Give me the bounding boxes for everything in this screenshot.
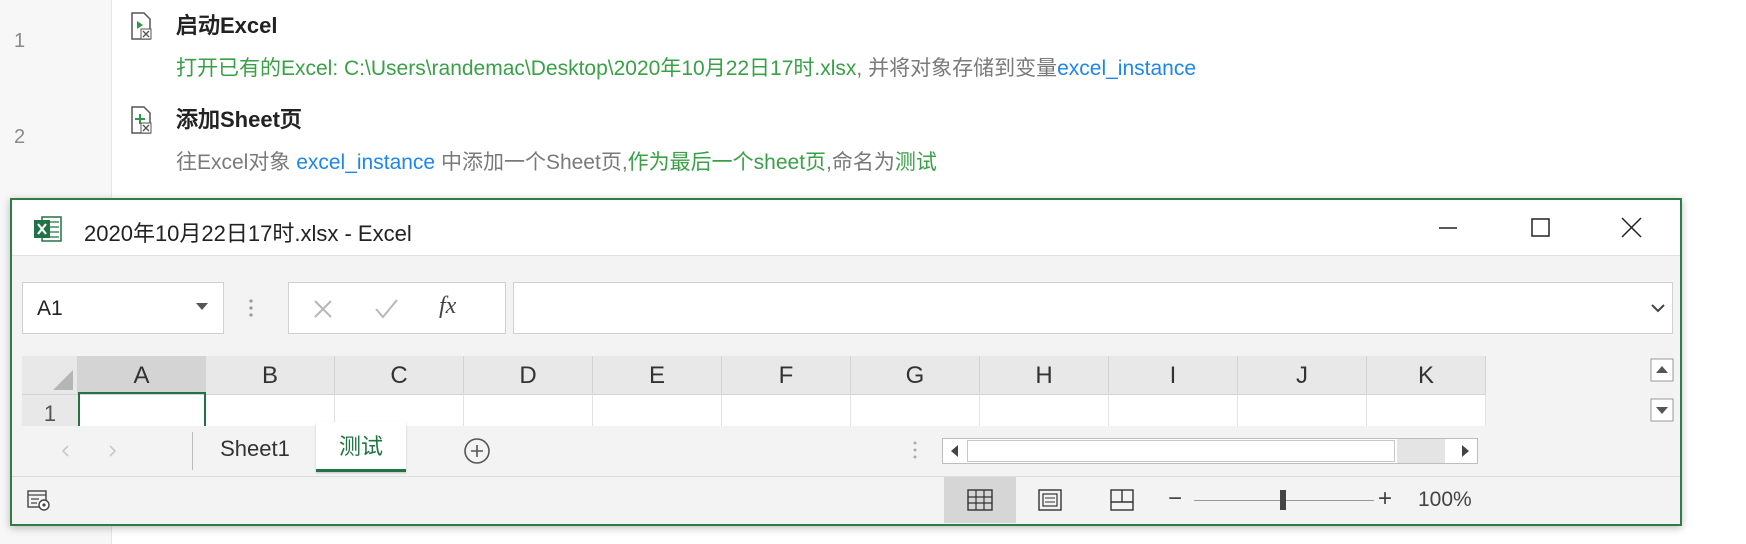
column-header-f[interactable]: F [722,356,851,394]
step-1-description: 打开已有的Excel: C:\Users\randemac\Desktop\20… [176,52,1196,82]
cancel-icon[interactable] [311,297,335,321]
worksheet-grid: ABCDEFGHIJK 1 [22,356,1652,428]
formula-controls: fx [288,282,506,334]
next-sheet-icon[interactable] [108,444,118,458]
scroll-down-button[interactable] [1650,398,1674,422]
step-2-desc-segment: 作为最后一个sheet页 [627,151,827,174]
excel-logo-icon [34,216,62,242]
zoom-in-button[interactable]: + [1378,485,1392,513]
step-2-title: 添加Sheet页 [176,107,302,132]
page-layout-view-button[interactable] [1036,488,1064,512]
step-2-desc-segment: 中添加一个Sheet页, [435,151,628,174]
minimize-button[interactable] [1426,208,1470,248]
line-number-2: 2 [14,126,26,148]
step-2-desc-segment: 往Excel对象 [176,151,297,174]
step-1-desc-segment: , 并将对象存储到变量 [856,57,1058,80]
column-header-h[interactable]: H [980,356,1109,394]
window-title: 2020年10月22日17时.xlsx - Excel [84,221,412,246]
scroll-right-button[interactable] [1455,441,1475,461]
active-cell-a1[interactable] [78,392,206,428]
add-sheet-icon [131,106,152,134]
step-1-desc-segment[interactable]: excel_instance [1057,57,1196,80]
step-2-desc-segment[interactable]: excel_instance [296,151,435,174]
cell-k1[interactable] [1367,394,1486,426]
column-header-a[interactable]: A [78,356,206,394]
cell-h1[interactable] [980,394,1109,426]
step-1-desc-segment: 打开已有的Excel: C:\Users\randemac\Desktop\20… [176,57,857,80]
cell-f1[interactable] [722,394,851,426]
sheet-tab-test[interactable]: 测试 [316,422,406,472]
scroll-up-button[interactable] [1650,358,1674,382]
cell-j1[interactable] [1238,394,1367,426]
launch-excel-icon [131,12,152,40]
cell-e1[interactable] [593,394,722,426]
maximize-button[interactable] [1518,208,1562,248]
column-header-j[interactable]: J [1238,356,1367,394]
prev-sheet-icon[interactable] [60,444,70,458]
formula-bar-input[interactable] [513,282,1673,334]
line-number-1: 1 [14,30,26,52]
column-header-b[interactable]: B [206,356,335,394]
enter-check-icon[interactable] [373,297,399,321]
step-2-desc-segment: 测试 [894,151,937,174]
cell-g1[interactable] [851,394,980,426]
excel-window: 2020年10月22日17时.xlsx - Excel A1 fx ABCDEF… [10,198,1682,526]
column-header-g[interactable]: G [851,356,980,394]
step-2-description: 往Excel对象 excel_instance 中添加一个Sheet页,作为最后… [176,146,937,176]
step-1-title: 启动Excel [176,13,278,38]
column-header-i[interactable]: I [1109,356,1238,394]
column-header-c[interactable]: C [335,356,464,394]
zoom-out-button[interactable]: − [1168,485,1182,513]
vertical-scrollbar[interactable] [1648,356,1676,424]
normal-view-button[interactable] [944,477,1016,523]
step-2-desc-segment: ,命名为 [826,151,895,174]
zoom-level[interactable]: 100% [1418,488,1472,512]
row-header-1[interactable]: 1 [22,394,78,426]
cell-mode-icon[interactable] [26,489,52,513]
scroll-left-button[interactable] [945,441,965,461]
horizontal-scrollbar[interactable] [942,438,1478,464]
scroll-track [1397,439,1445,463]
cell-i1[interactable] [1109,394,1238,426]
zoom-slider-thumb[interactable] [1280,490,1286,510]
excel-titlebar[interactable]: 2020年10月22日17时.xlsx - Excel [12,200,1680,256]
name-box-value: A1 [37,297,63,320]
add-sheet-button[interactable] [462,436,492,466]
horizontal-scroll-thumb[interactable] [967,440,1395,462]
normal-view-icon [967,489,993,511]
cell-d1[interactable] [464,394,593,426]
status-bar: − + 100% [12,476,1680,524]
sheet-tab-bar: Sheet1 测试 [12,422,1680,476]
insert-function-button[interactable]: fx [439,293,456,320]
name-box-dropdown-icon[interactable] [195,301,209,313]
column-header-d[interactable]: D [464,356,593,394]
close-button[interactable] [1610,208,1654,248]
select-all-triangle-icon [53,370,73,390]
column-header-e[interactable]: E [593,356,722,394]
name-box[interactable]: A1 [22,282,224,334]
page-break-view-button[interactable] [1108,488,1136,512]
tab-divider [192,432,193,470]
tab-splitter-icon[interactable] [912,440,918,460]
drag-handle-icon[interactable] [248,298,254,318]
expand-formula-bar-icon[interactable] [1650,301,1666,315]
sheet-tab-sheet1[interactable]: Sheet1 [194,426,316,472]
select-all-corner[interactable] [22,356,78,394]
column-header-k[interactable]: K [1367,356,1486,394]
